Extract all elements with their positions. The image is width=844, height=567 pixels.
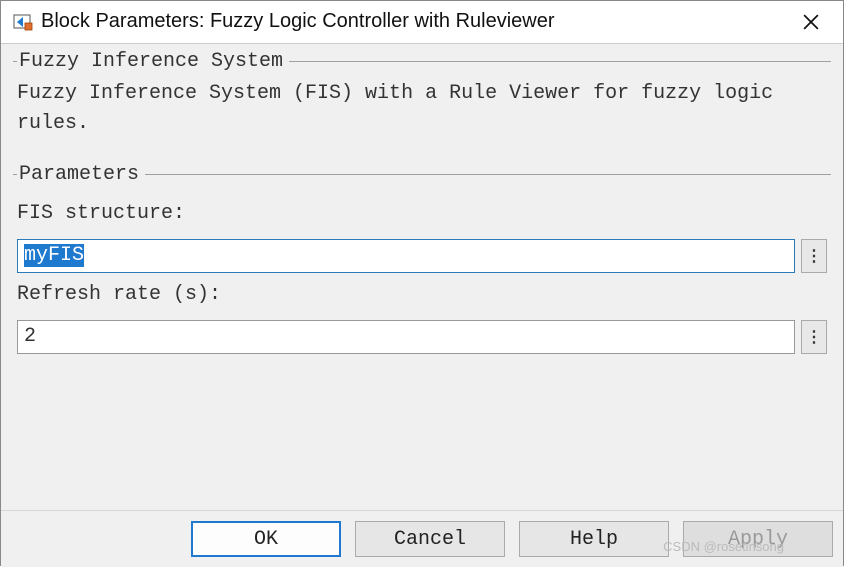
cancel-button[interactable]: Cancel [355, 521, 505, 557]
simulink-block-icon [13, 12, 33, 32]
parameters-group-header: Parameters [13, 163, 831, 186]
refresh-rate-label: Refresh rate (s): [17, 283, 827, 306]
refresh-rate-browse-button[interactable]: ⋮ [801, 320, 827, 354]
parameters-body: FIS structure: myFIS ⋮ Refresh rate (s):… [13, 186, 831, 370]
fis-description: Fuzzy Inference System (FIS) with a Rule… [13, 73, 831, 149]
parameters-group: Parameters FIS structure: myFIS ⋮ Refres… [9, 157, 835, 378]
spacer [1, 378, 843, 510]
ok-button[interactable]: OK [191, 521, 341, 557]
vertical-dots-icon: ⋮ [806, 246, 822, 266]
apply-button: Apply [683, 521, 833, 557]
parameters-group-title: Parameters [19, 163, 139, 186]
titlebar: Block Parameters: Fuzzy Logic Controller… [1, 1, 843, 43]
fis-structure-browse-button[interactable]: ⋮ [801, 239, 827, 273]
dialog-footer: OK Cancel Help Apply [1, 510, 843, 567]
fis-structure-input[interactable]: myFIS [17, 239, 795, 273]
titlebar-left: Block Parameters: Fuzzy Logic Controller… [13, 10, 555, 33]
refresh-rate-value: 2 [24, 325, 36, 348]
dialog-content: Fuzzy Inference System Fuzzy Inference S… [1, 43, 843, 567]
fis-group: Fuzzy Inference System Fuzzy Inference S… [9, 44, 835, 157]
refresh-rate-input[interactable]: 2 [17, 320, 795, 354]
window-title: Block Parameters: Fuzzy Logic Controller… [41, 10, 555, 33]
refresh-rate-row: 2 ⋮ [17, 320, 827, 354]
vertical-dots-icon: ⋮ [806, 327, 822, 347]
fis-group-title: Fuzzy Inference System [19, 50, 283, 73]
fis-structure-label: FIS structure: [17, 202, 827, 225]
fis-group-header: Fuzzy Inference System [13, 50, 831, 73]
fis-structure-value: myFIS [24, 244, 84, 267]
help-button[interactable]: Help [519, 521, 669, 557]
fis-structure-row: myFIS ⋮ [17, 239, 827, 273]
close-button[interactable] [791, 6, 831, 38]
